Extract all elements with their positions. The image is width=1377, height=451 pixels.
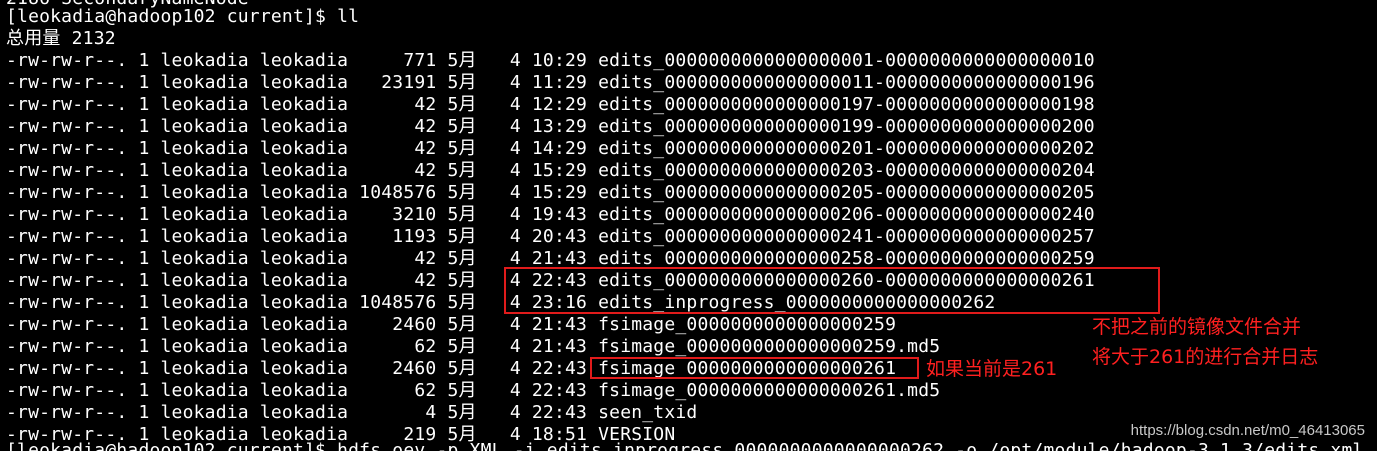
terminal-line-cut-bottom: [leokadia@hadoop102 current]$ hdfs oev -… <box>6 440 1364 451</box>
annotation-merge-note-line1: 不把之前的镜像文件合并 <box>1092 316 1302 338</box>
listing-row: -rw-rw-r--. 1 leokadia leokadia 62 5月 4 … <box>6 336 941 357</box>
listing-row: -rw-rw-r--. 1 leokadia leokadia 62 5月 4 … <box>6 380 941 401</box>
listing-row: -rw-rw-r--. 1 leokadia leokadia 42 5月 4 … <box>6 94 1095 115</box>
annotation-current-note: 如果当前是261 <box>926 358 1058 380</box>
watermark: https://blog.csdn.net/m0_46413065 <box>1130 422 1365 439</box>
listing-row: -rw-rw-r--. 1 leokadia leokadia 3210 5月 … <box>6 204 1095 225</box>
listing-row: -rw-rw-r--. 1 leokadia leokadia 771 5月 4… <box>6 50 1095 71</box>
terminal-prompt: [leokadia@hadoop102 current]$ ll <box>6 6 360 27</box>
listing-row: -rw-rw-r--. 1 leokadia leokadia 42 5月 4 … <box>6 116 1095 137</box>
listing-row: -rw-rw-r--. 1 leokadia leokadia 1193 5月 … <box>6 226 1095 247</box>
listing-row: -rw-rw-r--. 1 leokadia leokadia 42 5月 4 … <box>6 160 1095 181</box>
annotation-merge-note-line2: 将大于261的进行合并日志 <box>1092 346 1319 368</box>
listing-row: -rw-rw-r--. 1 leokadia leokadia 42 5月 4 … <box>6 138 1095 159</box>
listing-row: -rw-rw-r--. 1 leokadia leokadia 23191 5月… <box>6 72 1095 93</box>
terminal-window[interactable]: 2186 SecondaryNameNode [leokadia@hadoop1… <box>0 0 1377 451</box>
listing-row: -rw-rw-r--. 1 leokadia leokadia 2460 5月 … <box>6 314 897 335</box>
fsimage-highlight-box <box>590 357 919 379</box>
listing-row: -rw-rw-r--. 1 leokadia leokadia 1048576 … <box>6 182 1095 203</box>
terminal-total: 总用量 2132 <box>6 28 116 49</box>
edits-highlight-box <box>504 267 1160 314</box>
listing-row: -rw-rw-r--. 1 leokadia leokadia 4 5月 4 2… <box>6 402 698 423</box>
